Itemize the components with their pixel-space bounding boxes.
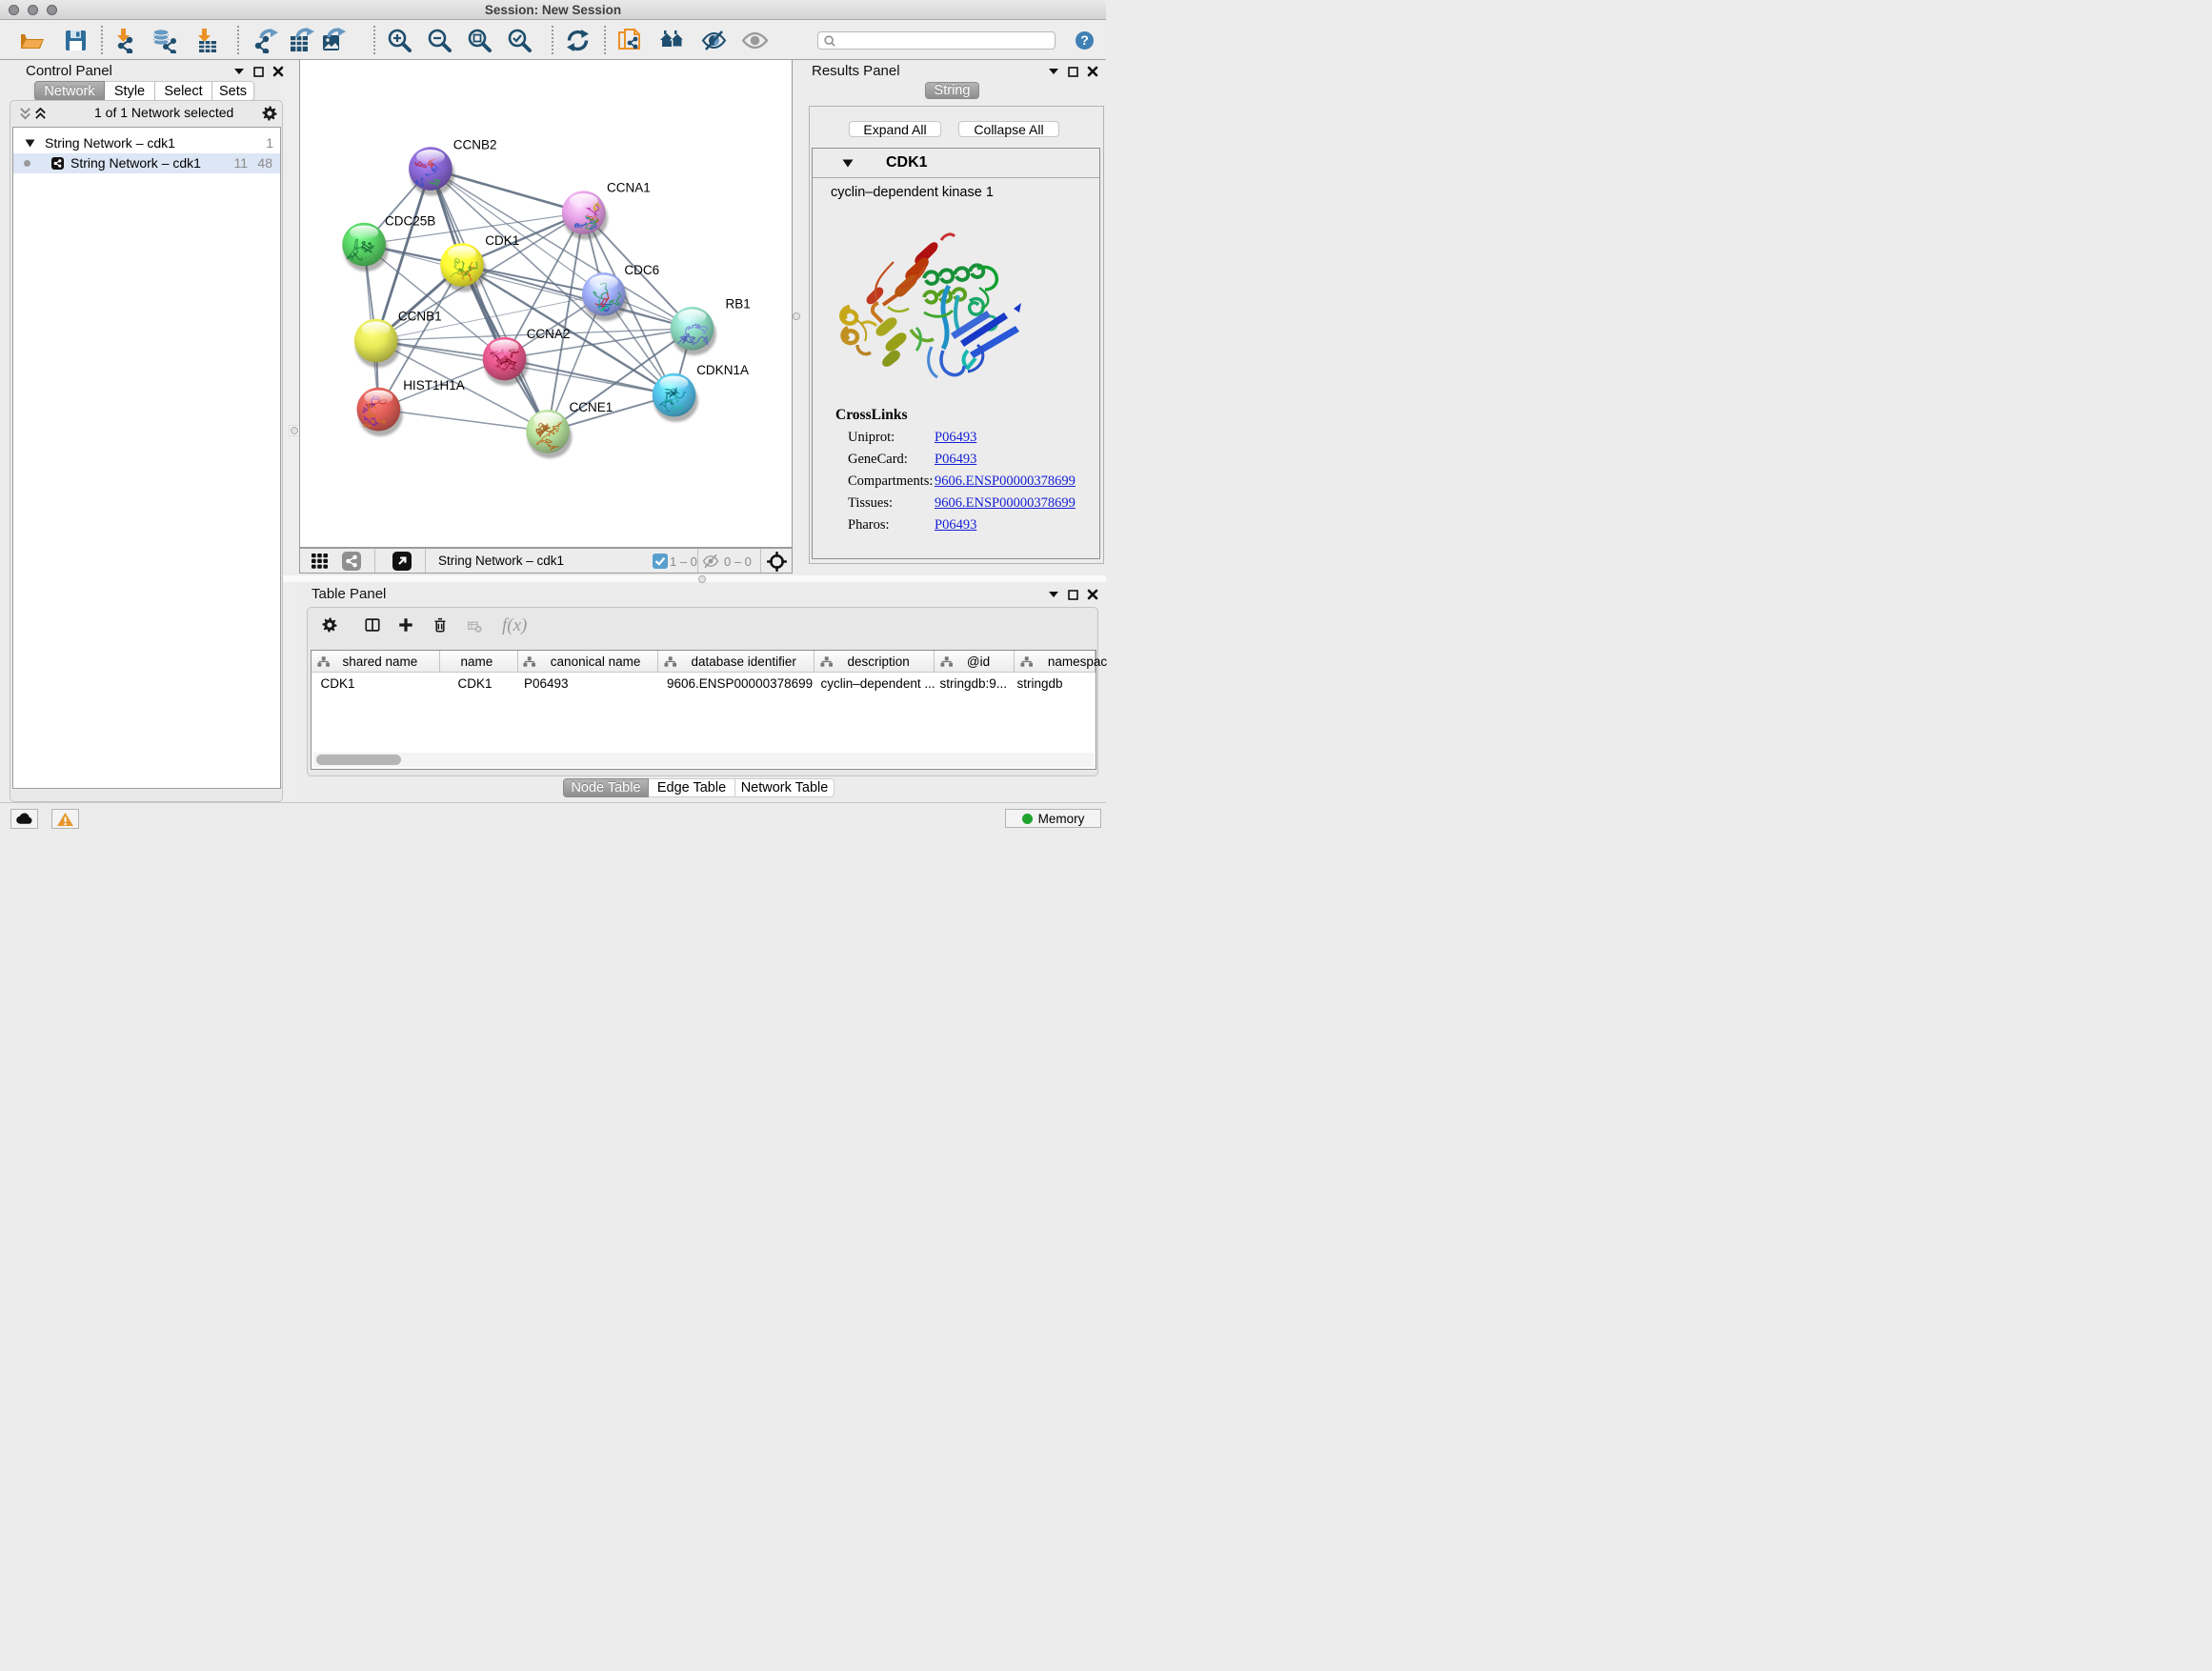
svg-text:CCNA1: CCNA1 [607,181,651,195]
svg-text:CDC25B: CDC25B [385,214,435,229]
svg-text:CDK1: CDK1 [485,233,519,248]
svg-text:CDKN1A: CDKN1A [696,363,749,377]
svg-text:RB1: RB1 [726,297,751,312]
svg-text:HIST1H1A: HIST1H1A [403,378,465,393]
svg-text:CCNE1: CCNE1 [570,400,613,414]
svg-text:CCNA2: CCNA2 [527,327,571,341]
svg-text:CDC6: CDC6 [624,263,659,277]
svg-text:CCNB1: CCNB1 [398,310,442,324]
svg-text:CCNB2: CCNB2 [453,138,497,152]
